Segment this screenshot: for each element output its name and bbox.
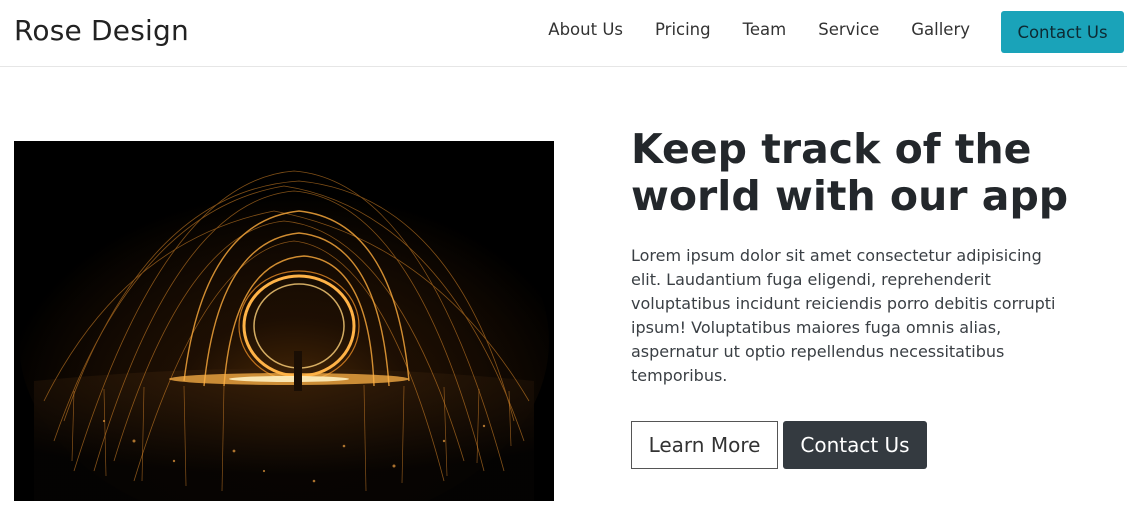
hero-contact-button[interactable]: Contact Us [783, 421, 927, 469]
hero-image [14, 141, 554, 501]
nav-link-service[interactable]: Service [802, 19, 895, 41]
steel-wool-fire-photo-icon [14, 141, 554, 501]
nav-links: About Us Pricing Team Service Gallery [532, 19, 986, 41]
nav-link-gallery[interactable]: Gallery [895, 19, 986, 41]
hero-description: Lorem ipsum dolor sit amet consectetur a… [631, 246, 1056, 385]
nav-link-pricing[interactable]: Pricing [639, 19, 727, 41]
hero-title: Keep track of the world with our app [631, 125, 1069, 220]
nav-link-about-us[interactable]: About Us [532, 19, 639, 41]
learn-more-button[interactable]: Learn More [631, 421, 778, 469]
top-navbar: Rose Design About Us Pricing Team Servic… [0, 0, 1127, 67]
brand-logo[interactable]: Rose Design [14, 14, 189, 47]
nav-link-team[interactable]: Team [727, 19, 803, 41]
nav-contact-button[interactable]: Contact Us [1001, 11, 1124, 53]
